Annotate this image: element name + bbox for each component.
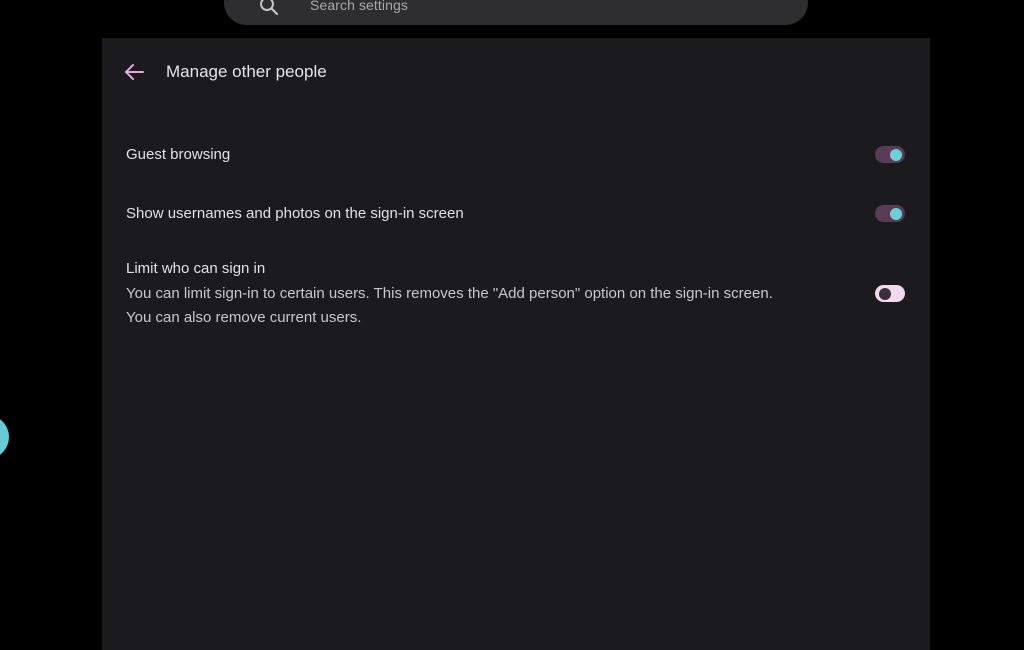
toggle-knob	[890, 207, 902, 220]
page-title: Manage other people	[166, 62, 327, 81]
search-bar[interactable]: Search settings	[224, 0, 808, 25]
settings-window: Search settings Manage other people Gues…	[0, 0, 1024, 650]
floating-action-indicator[interactable]	[0, 415, 9, 459]
show-usernames-toggle[interactable]	[875, 205, 905, 222]
limit-sign-in-toggle[interactable]	[875, 285, 905, 302]
search-icon	[258, 0, 280, 17]
limit-sign-in-description-line1: You can limit sign-in to certain users. …	[126, 285, 773, 302]
toggle-knob	[879, 287, 891, 300]
limit-sign-in-description-line2: You can also remove current users.	[126, 309, 362, 326]
back-button[interactable]	[118, 58, 150, 86]
limit-sign-in-label: Limit who can sign in	[126, 260, 266, 277]
show-usernames-label: Show usernames and photos on the sign-in…	[126, 205, 464, 222]
guest-browsing-toggle[interactable]	[875, 146, 905, 163]
search-input[interactable]: Search settings	[310, 0, 408, 13]
settings-panel: Manage other people Guest browsing Show …	[102, 38, 930, 650]
guest-browsing-label: Guest browsing	[126, 146, 231, 163]
toggle-knob	[890, 148, 902, 161]
